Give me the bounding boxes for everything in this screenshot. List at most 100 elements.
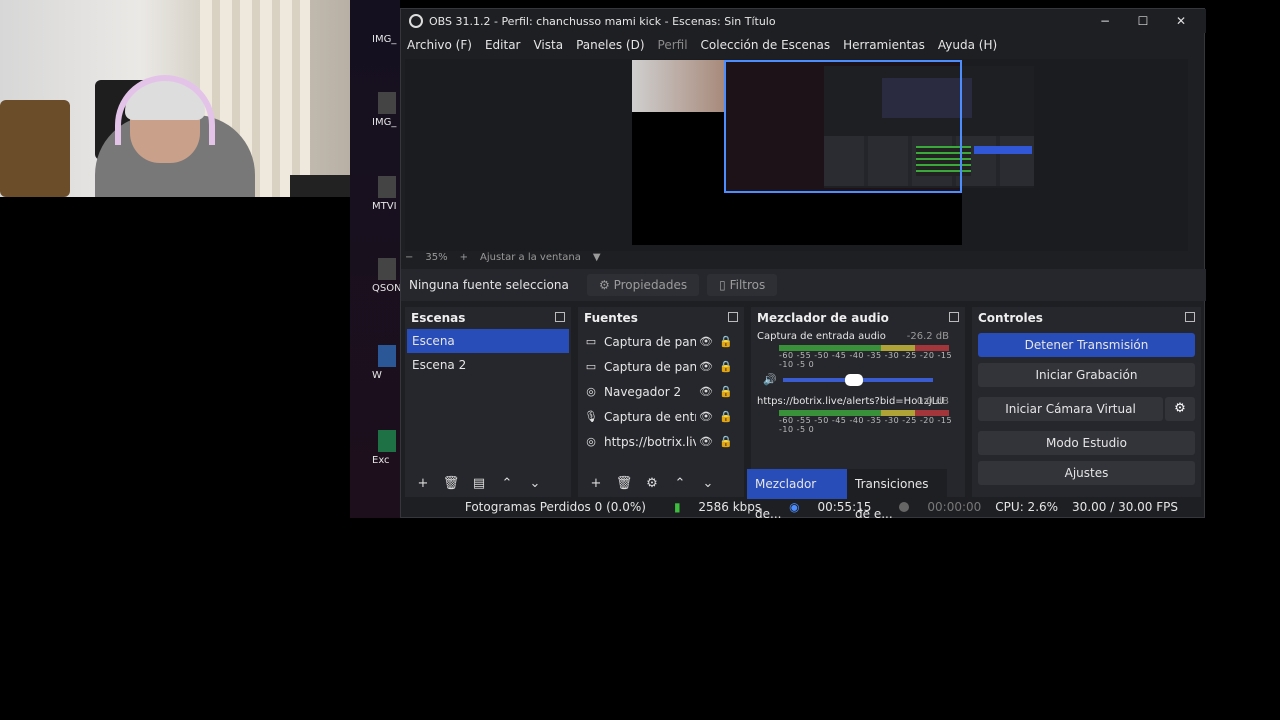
trash-icon[interactable]: 🗑 (439, 476, 463, 491)
audio-mixer-dock: Mezclador de audio Captura de entrada au… (747, 307, 965, 521)
desktop-icon[interactable]: IMG_ (372, 92, 402, 128)
signal-icon: ▮ (673, 500, 681, 514)
eye-icon[interactable]: 👁 (696, 335, 716, 348)
mixer-channel: https://botrix.live/alerts?bid=Ho1zjLU 0… (751, 394, 965, 436)
preview-area[interactable] (405, 59, 1188, 251)
monitor-icon: ▭ (585, 360, 597, 373)
stream-time: 00:55:15 (817, 500, 872, 514)
lock-icon[interactable]: 🔒 (716, 410, 736, 423)
menu-perfil[interactable]: Perfil (658, 38, 688, 52)
move-down-icon[interactable]: ⌄ (696, 476, 720, 491)
filter-icon[interactable]: ▤ (467, 476, 491, 491)
move-up-icon[interactable]: ⌃ (495, 476, 519, 491)
desktop-icon[interactable]: Exc (372, 430, 402, 466)
studio-mode-button[interactable]: Modo Estudio (978, 431, 1195, 455)
speaker-icon[interactable]: 🔊 (763, 373, 779, 386)
stream-icon: ◉ (789, 500, 800, 514)
selection-box[interactable] (724, 60, 962, 193)
zoom-in-button[interactable]: + (460, 252, 468, 263)
stop-stream-button[interactable]: Detener Transmisión (978, 333, 1195, 357)
slider-handle[interactable] (845, 373, 863, 386)
preview-canvas[interactable] (632, 60, 1034, 245)
gear-icon[interactable]: ⚙ (1165, 397, 1195, 421)
sources-title: Fuentes (584, 311, 638, 325)
menu-herramientas[interactable]: Herramientas (843, 38, 925, 52)
move-down-icon[interactable]: ⌄ (523, 476, 547, 491)
no-source-label: Ninguna fuente selecciona (409, 278, 569, 292)
fit-window-option[interactable]: Ajustar a la ventana (480, 252, 581, 263)
volume-slider[interactable] (783, 373, 933, 386)
microphone-icon: 🎙 (584, 410, 598, 423)
lock-icon[interactable]: 🔒 (716, 335, 736, 348)
desktop-icon[interactable]: IMG_ (372, 34, 402, 45)
zoom-out-button[interactable]: − (405, 252, 413, 263)
scenes-dock: Escenas Escena Escena 2 + 🗑 ▤ ⌃ ⌄ (405, 307, 571, 497)
mixer-channel: Captura de entrada audio -26.2 dB -60 -5… (751, 329, 965, 388)
source-item[interactable]: ▭Captura de pantal👁🔒 (578, 329, 744, 354)
virtual-camera-button[interactable]: Iniciar Cámara Virtual (978, 397, 1163, 421)
start-recording-button[interactable]: Iniciar Grabación (978, 363, 1195, 387)
maximize-button[interactable]: ☐ (1124, 9, 1162, 33)
source-item[interactable]: ◎https://botrix.live/👁🔒 (578, 429, 744, 454)
source-item[interactable]: 🎙Captura de entrad👁🔒 (578, 404, 744, 429)
volume-meter (779, 410, 949, 416)
move-up-icon[interactable]: ⌃ (668, 476, 692, 491)
properties-button[interactable]: ⚙ Propiedades (587, 274, 700, 296)
gear-icon[interactable]: ⚙ (640, 476, 664, 491)
minimize-button[interactable]: − (1086, 9, 1124, 33)
filters-button[interactable]: ▯ Filtros (707, 274, 778, 296)
undock-icon[interactable] (555, 312, 565, 322)
menu-coleccion[interactable]: Colección de Escenas (701, 38, 831, 52)
undock-icon[interactable] (728, 312, 738, 322)
channel-db: 0.0 dB (916, 396, 949, 407)
globe-icon: ◎ (586, 385, 596, 398)
webcam-overlay (0, 0, 350, 197)
eye-icon[interactable]: 👁 (696, 385, 716, 398)
source-item[interactable]: ◎ Navegador 2 👁 🔒 (578, 379, 744, 404)
rec-time: 00:00:00 (927, 500, 982, 514)
monitor-icon: ▭ (585, 335, 597, 348)
lock-icon[interactable]: 🔒 (716, 360, 736, 373)
desktop-background: IMG_ IMG_ MTVI QSON W Exc (350, 0, 402, 518)
fps: 30.00 / 30.00 FPS (1072, 500, 1178, 514)
eye-icon[interactable]: 👁 (696, 360, 716, 373)
trash-icon[interactable]: 🗑 (612, 476, 636, 491)
scene-item[interactable]: Escena 2 (407, 353, 569, 377)
volume-meter (779, 345, 949, 351)
globe-icon: ◎ (586, 435, 596, 448)
menu-bar: Archivo (F) Editar Vista Paneles (D) Per… (401, 33, 1206, 57)
dropped-frames: Fotogramas Perdidos 0 (0.0%) (464, 500, 646, 514)
menu-vista[interactable]: Vista (533, 38, 563, 52)
eye-icon[interactable]: 👁 (696, 410, 716, 423)
obs-window: OBS 31.1.2 - Perfil: chanchusso mami kic… (400, 8, 1206, 521)
menu-paneles[interactable]: Paneles (D) (576, 38, 644, 52)
source-item[interactable]: ▭Captura de pantal👁🔒 (578, 354, 744, 379)
lock-icon[interactable]: 🔒 (716, 385, 736, 398)
undock-icon[interactable] (949, 312, 959, 322)
close-button[interactable]: ✕ (1162, 9, 1200, 33)
settings-button[interactable]: Ajustes (978, 461, 1195, 485)
window-title: OBS 31.1.2 - Perfil: chanchusso mami kic… (429, 14, 776, 28)
scenes-title: Escenas (411, 311, 466, 325)
controls-title: Controles (978, 311, 1043, 325)
eye-icon[interactable]: 👁 (696, 435, 716, 448)
desktop-icon[interactable]: MTVI (372, 176, 402, 212)
chevron-down-icon[interactable]: ▼ (593, 252, 601, 263)
desktop-icon[interactable]: QSON (372, 258, 402, 294)
webcam-source-preview[interactable] (632, 60, 724, 112)
status-bar: Fotogramas Perdidos 0 (0.0%) ▮ 2586 kbps… (401, 495, 1206, 519)
lock-icon[interactable]: 🔒 (716, 435, 736, 448)
obs-logo-icon (409, 14, 423, 28)
add-icon[interactable]: + (411, 476, 435, 491)
menu-archivo[interactable]: Archivo (F) (407, 38, 472, 52)
cpu-usage: CPU: 2.6% (995, 500, 1059, 514)
source-toolbar: Ninguna fuente selecciona ⚙ Propiedades … (401, 269, 1206, 301)
menu-editar[interactable]: Editar (485, 38, 521, 52)
menu-ayuda[interactable]: Ayuda (H) (938, 38, 997, 52)
scene-item[interactable]: Escena (407, 329, 569, 353)
add-icon[interactable]: + (584, 476, 608, 491)
bitrate: 2586 kbps (698, 500, 762, 514)
desktop-icon[interactable]: W (372, 345, 402, 381)
record-icon (899, 502, 910, 512)
undock-icon[interactable] (1185, 312, 1195, 322)
